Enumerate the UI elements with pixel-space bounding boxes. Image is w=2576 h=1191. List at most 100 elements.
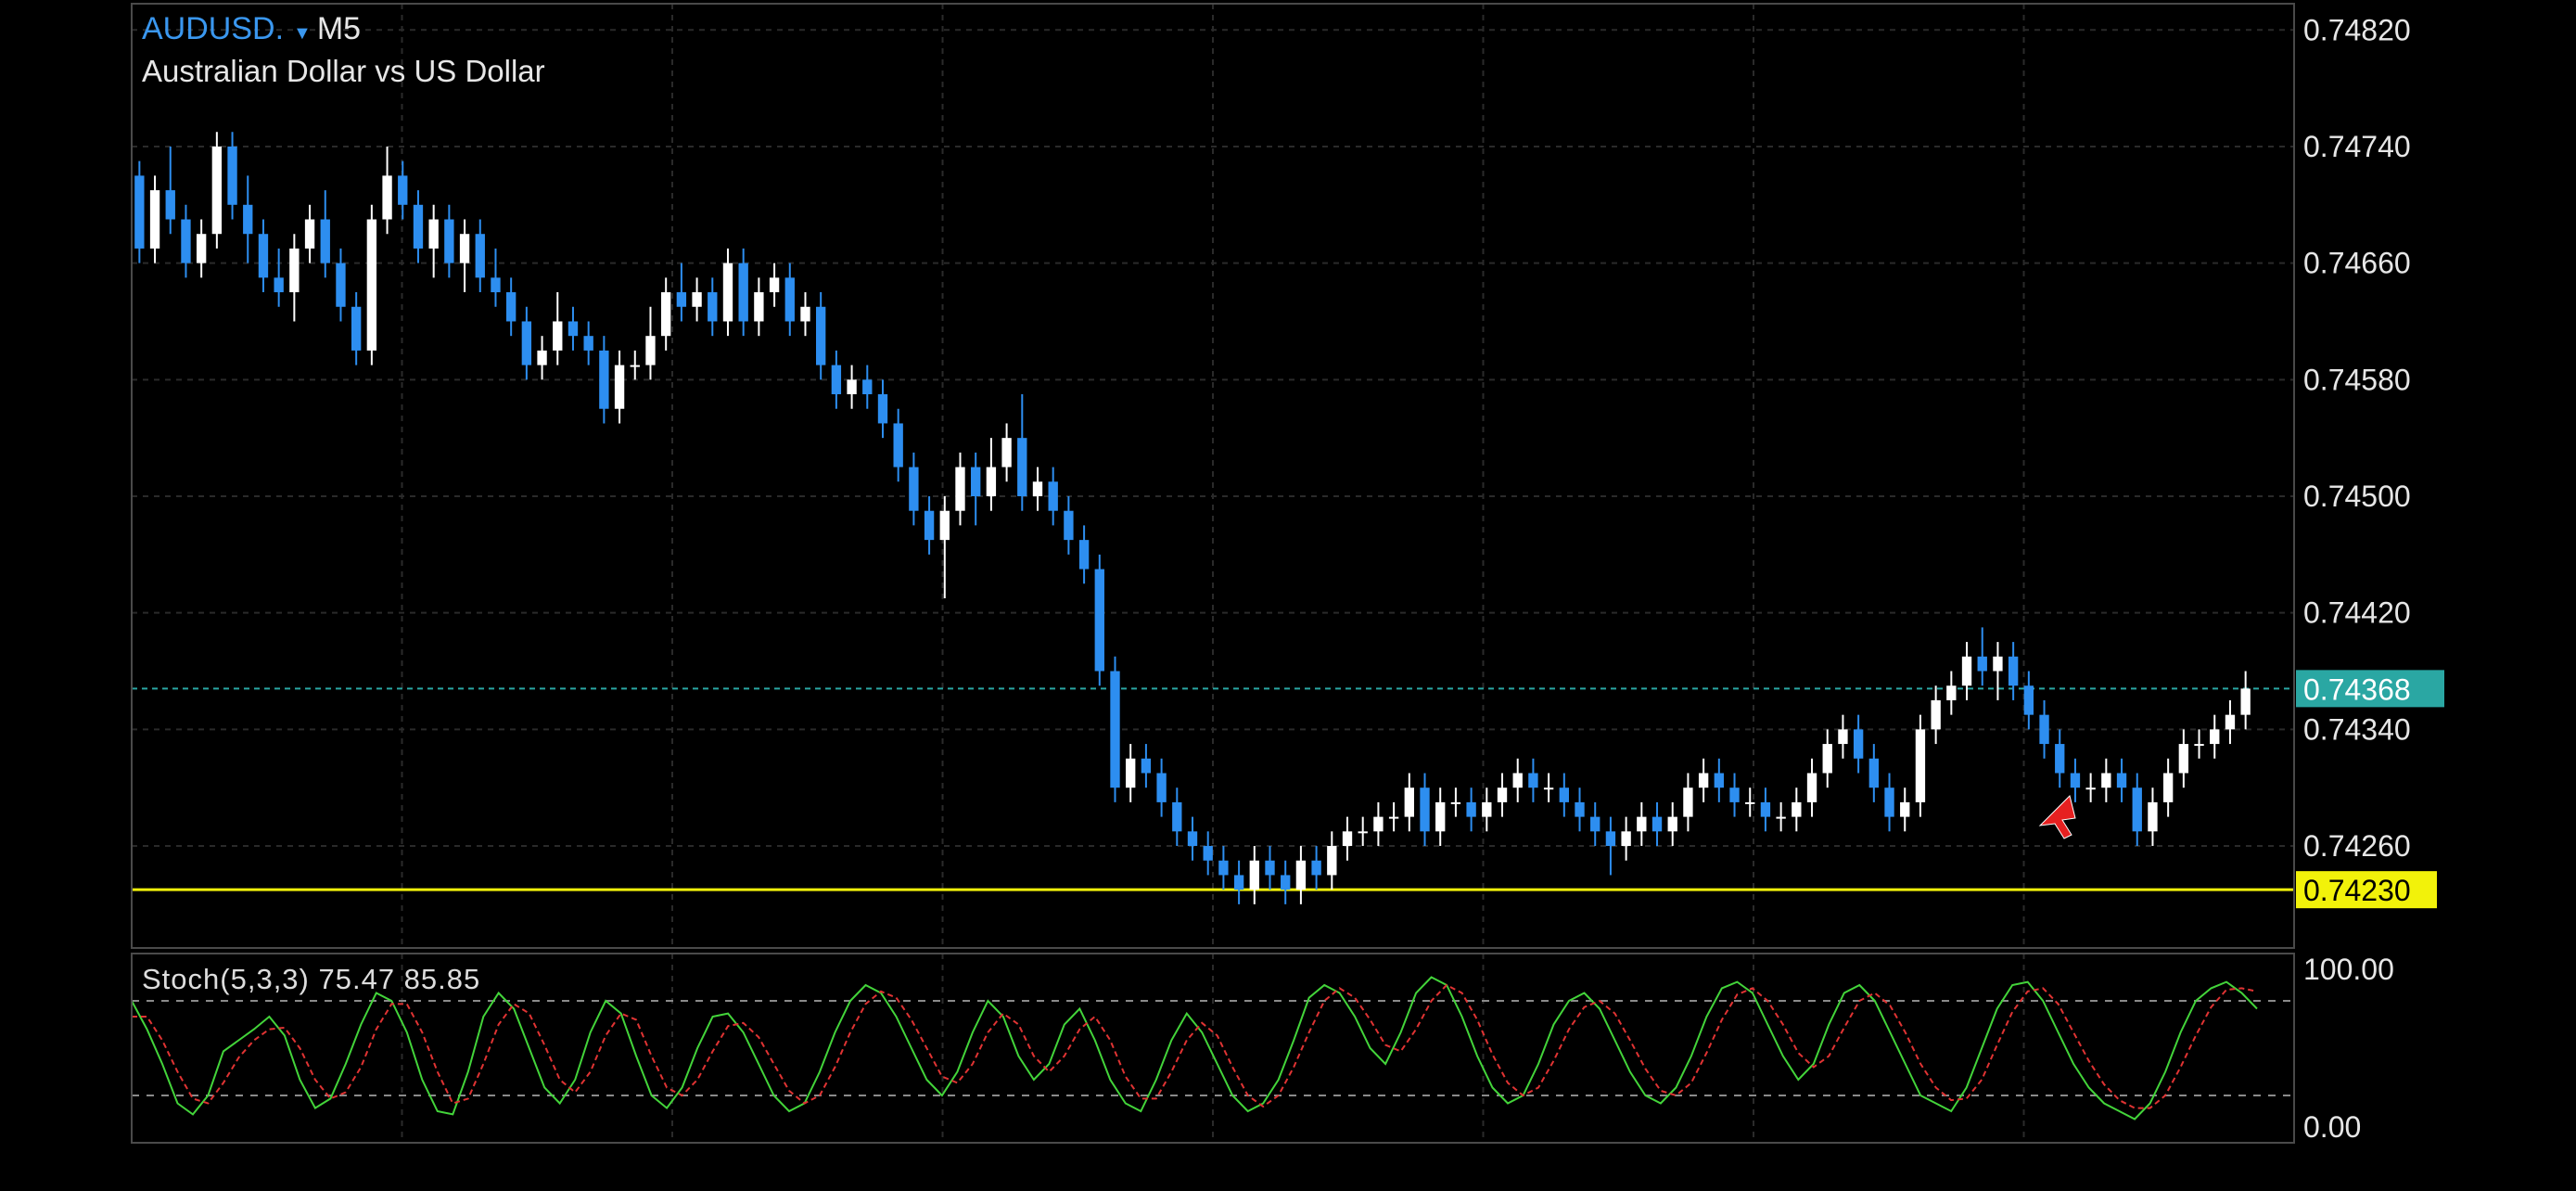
candle-body <box>475 234 485 278</box>
candle-body <box>2085 788 2096 790</box>
mouse-cursor-icon <box>2038 795 2076 839</box>
candle-body <box>1760 801 1771 817</box>
candle-body <box>1281 875 1291 890</box>
candle-body <box>1667 816 1677 832</box>
candle-body <box>1017 438 1027 496</box>
candle-body <box>1806 773 1817 802</box>
candle-body <box>708 292 718 322</box>
candle-body <box>2178 744 2189 774</box>
stochastic-series <box>131 976 2258 1121</box>
candle-body <box>537 350 547 365</box>
candle-body <box>2162 773 2174 802</box>
candle-body <box>1218 860 1229 876</box>
timeframe-label[interactable]: M5 <box>317 11 361 46</box>
candle-body <box>1032 481 1043 496</box>
candle-body <box>336 263 346 307</box>
candle-body <box>722 263 733 322</box>
candle-body <box>2194 744 2204 747</box>
candle-body <box>1172 801 1182 832</box>
candle-body <box>1776 816 1786 819</box>
price-tick-label: 0.74420 <box>2303 596 2411 630</box>
candle-body <box>428 219 439 249</box>
candle-body <box>2023 685 2034 715</box>
candle-body <box>1946 685 1957 700</box>
candle-body <box>816 306 826 365</box>
candle-body <box>1884 788 1894 817</box>
candle-body <box>1651 816 1663 832</box>
candle-body <box>1078 540 1090 570</box>
cursor-arrow <box>2038 795 2076 839</box>
candle-body <box>1420 788 1430 832</box>
symbol-name[interactable]: AUDUSD. <box>142 11 284 46</box>
candle-body <box>1853 729 1864 759</box>
candle-body <box>1327 846 1337 876</box>
candle-body <box>831 365 842 395</box>
price-lines: 0.74368 0.74230 <box>132 670 2444 909</box>
candle-body <box>1900 801 1910 817</box>
candle-body <box>583 336 593 351</box>
candle-body <box>1373 816 1384 832</box>
price-tick-label: 0.74260 <box>2303 829 2411 863</box>
candle-body <box>909 467 919 511</box>
candle-body <box>1311 860 1321 876</box>
candle-body <box>1714 773 1725 788</box>
candle-body <box>1745 801 1755 804</box>
candle-body <box>1466 801 1476 817</box>
candle-body <box>847 379 857 395</box>
candlestick-series <box>134 132 2251 904</box>
candle-body <box>1203 846 1213 861</box>
current-price-label: 0.74368 <box>2303 672 2411 706</box>
candle-body <box>2116 773 2127 788</box>
candle-body <box>754 292 764 322</box>
candle-body <box>2070 773 2081 788</box>
candle-body <box>1110 671 1120 788</box>
candle-body <box>1156 773 1167 802</box>
candle-body <box>304 219 315 249</box>
candle-body <box>2148 801 2158 832</box>
price-tick-label: 0.74820 <box>2303 13 2411 46</box>
candle-body <box>227 146 237 205</box>
candle-body <box>243 204 253 235</box>
candle-body <box>630 365 640 367</box>
candle-body <box>1590 816 1600 832</box>
candle-body <box>567 321 579 337</box>
candle-body <box>2039 714 2049 745</box>
candle-body <box>1931 699 1941 730</box>
candle-body <box>553 321 563 351</box>
candle-body <box>351 306 362 351</box>
candle-body <box>521 321 532 365</box>
candle-body <box>1512 773 1523 788</box>
stochastic-label: Stoch(5,3,3) 75.47 85.85 <box>142 963 481 995</box>
candle-body <box>986 467 997 496</box>
candle-body <box>1048 481 1058 511</box>
candle-body <box>1575 801 1585 817</box>
candle-body <box>413 204 424 249</box>
candle-body <box>1497 788 1508 802</box>
candle-body <box>660 292 671 337</box>
candle-body <box>1683 788 1693 817</box>
candle-body <box>165 190 175 220</box>
candle-body <box>877 394 888 424</box>
candle-body <box>1094 569 1104 672</box>
candle-body <box>1404 788 1414 817</box>
price-tick-label: 0.74500 <box>2303 480 2411 513</box>
candle-body <box>692 292 702 307</box>
candle-body <box>1605 831 1616 847</box>
candle-body <box>1388 816 1399 819</box>
chart-canvas: 0.743680.74230 0.748200.747400.746600.74… <box>131 3 2444 1144</box>
candle-body <box>1064 510 1074 541</box>
symbol-selector[interactable]: AUDUSD. ▼ M5 <box>142 11 361 47</box>
candle-body <box>1482 801 1492 817</box>
candle-body <box>1543 788 1554 790</box>
candle-body <box>784 277 795 322</box>
candle-body <box>459 234 470 263</box>
candle-body <box>491 277 501 293</box>
candle-body <box>1637 816 1647 832</box>
candle-body <box>1358 831 1368 834</box>
candle-body <box>1729 788 1740 802</box>
chevron-down-icon[interactable]: ▼ <box>293 23 312 44</box>
candle-body <box>366 219 377 351</box>
candle-body <box>1295 860 1307 890</box>
stoch-tick-label: 100.00 <box>2303 953 2394 986</box>
candle-body <box>1450 801 1461 804</box>
